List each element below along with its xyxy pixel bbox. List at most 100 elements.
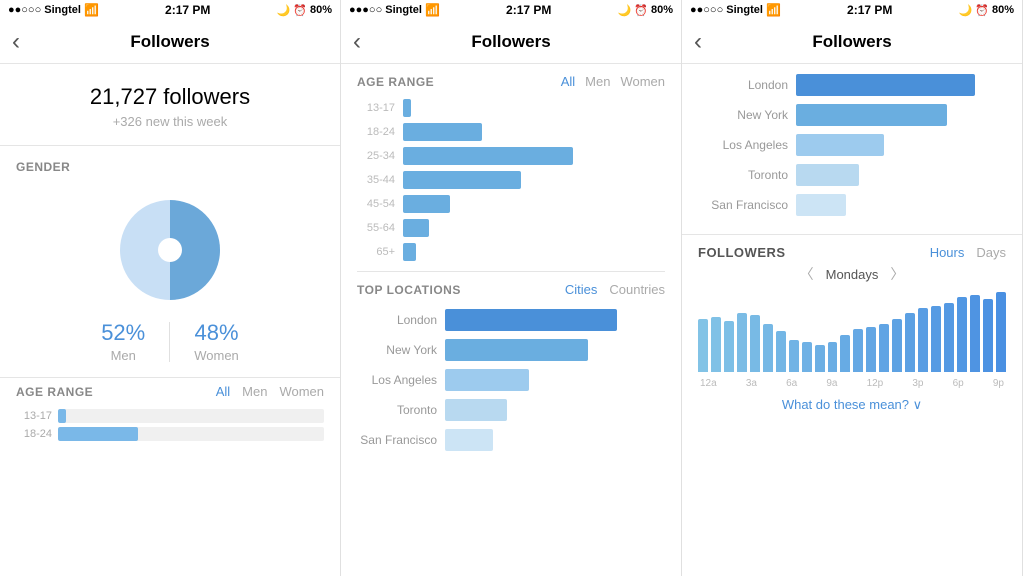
hour-label-9p: 9p bbox=[993, 378, 1004, 389]
city-label-london: London bbox=[357, 313, 437, 327]
bar-row-45-54: 45-54 bbox=[357, 195, 665, 213]
hour-bar-9 bbox=[815, 345, 825, 372]
hour-bar-16 bbox=[905, 313, 915, 372]
hour-bar-col-20 bbox=[957, 292, 967, 372]
battery-3: 80% bbox=[992, 4, 1014, 16]
header-2: ‹ Followers bbox=[341, 20, 681, 64]
age-range-header-2: AGE RANGE All Men Women bbox=[357, 74, 665, 89]
header-title-1: Followers bbox=[130, 32, 209, 52]
city-track-losangeles bbox=[445, 369, 665, 391]
hour-bar-0 bbox=[698, 319, 708, 372]
pie-container bbox=[0, 190, 340, 310]
hour-bar-2 bbox=[724, 321, 734, 372]
hbar-track-sanfrancisco bbox=[796, 194, 1006, 216]
panel-2: ●●●○○ Singtel 📶 2:17 PM 🌙 ⏰ 80% ‹ Follow… bbox=[341, 0, 682, 576]
p2-content: AGE RANGE All Men Women 13-17 18-24 25-3… bbox=[341, 64, 681, 576]
women-label: Women bbox=[194, 348, 239, 363]
age-section-1: AGE RANGE All Men Women 13-17 18-24 bbox=[0, 378, 340, 453]
hour-bar-3 bbox=[737, 313, 747, 372]
hour-bar-18 bbox=[931, 306, 941, 372]
status-right-2: 🌙 ⏰ 80% bbox=[618, 4, 673, 17]
hbar-label-sanfrancisco: San Francisco bbox=[698, 198, 788, 212]
hour-label-6a: 6a bbox=[786, 378, 797, 389]
hbar-track-toronto bbox=[796, 164, 1006, 186]
age-tab-men-2[interactable]: Men bbox=[585, 74, 610, 89]
bar-row-65plus: 65+ bbox=[357, 243, 665, 261]
time-tab-days[interactable]: Days bbox=[976, 245, 1006, 260]
age-filter-women-1[interactable]: Women bbox=[279, 384, 324, 399]
hbar-label-london: London bbox=[698, 78, 788, 92]
hour-bar-col-16 bbox=[905, 292, 915, 372]
hbar-label-newyork: New York bbox=[698, 108, 788, 122]
hour-label-12a: 12a bbox=[700, 378, 717, 389]
wifi-icon-2: 📶 bbox=[425, 3, 440, 17]
bar-row-55-64: 55-64 bbox=[357, 219, 665, 237]
what-mean[interactable]: What do these mean? ∨ bbox=[698, 397, 1006, 413]
hour-bar-11 bbox=[840, 335, 850, 372]
follower-count: 21,727 followers bbox=[0, 84, 340, 110]
men-pct: 52% bbox=[101, 320, 145, 346]
city-row-newyork: New York bbox=[357, 339, 665, 361]
bar-track-65plus bbox=[403, 243, 665, 261]
hour-bar-col-2 bbox=[724, 292, 734, 372]
city-bars-2: London New York Los Angeles Toronto San … bbox=[357, 309, 665, 451]
mini-bars-1: 13-17 18-24 bbox=[0, 405, 340, 441]
mini-bar-row-2: 18-24 bbox=[16, 427, 324, 441]
battery-2: 80% bbox=[651, 4, 673, 16]
hour-bar-col-17 bbox=[918, 292, 928, 372]
hour-label-12p: 12p bbox=[867, 378, 884, 389]
city-track-sanfrancisco bbox=[445, 429, 665, 451]
hour-bar-12 bbox=[853, 329, 863, 372]
hour-bar-19 bbox=[944, 303, 954, 372]
pie-chart bbox=[110, 190, 230, 310]
back-button-3[interactable]: ‹ bbox=[694, 28, 702, 56]
followers-header: FOLLOWERS Hours Days bbox=[698, 245, 1006, 260]
header-1: ‹ Followers bbox=[0, 20, 340, 64]
age-tab-women-2[interactable]: Women bbox=[620, 74, 665, 89]
loc-tab-countries[interactable]: Countries bbox=[609, 282, 665, 297]
back-button-1[interactable]: ‹ bbox=[12, 28, 20, 56]
day-name: Mondays bbox=[826, 267, 879, 282]
bar-label-25-34: 25-34 bbox=[357, 150, 395, 162]
hour-bar-col-8 bbox=[802, 292, 812, 372]
city-track-toronto bbox=[445, 399, 665, 421]
men-label: Men bbox=[111, 348, 136, 363]
hour-bar-7 bbox=[789, 340, 799, 372]
hour-bar-1 bbox=[711, 317, 721, 372]
status-bar-2: ●●●○○ Singtel 📶 2:17 PM 🌙 ⏰ 80% bbox=[341, 0, 681, 20]
bar-track-25-34 bbox=[403, 147, 665, 165]
carrier-2: ●●●○○ Singtel bbox=[349, 4, 422, 16]
hour-bar-6 bbox=[776, 331, 786, 372]
mini-bar-bg-2 bbox=[58, 427, 324, 441]
hour-bar-col-13 bbox=[866, 292, 876, 372]
hour-bar-4 bbox=[750, 315, 760, 372]
divider-2 bbox=[357, 271, 665, 272]
hbar-row-london: London bbox=[698, 74, 1006, 96]
status-right-3: 🌙 ⏰ 80% bbox=[959, 4, 1014, 17]
time-tab-hours[interactable]: Hours bbox=[930, 245, 965, 260]
prev-day-button[interactable]: 〈 bbox=[800, 264, 814, 284]
hour-bar-13 bbox=[866, 327, 876, 372]
bar-label-65plus: 65+ bbox=[357, 246, 395, 258]
city-row-sanfrancisco: San Francisco bbox=[357, 429, 665, 451]
hour-bar-22 bbox=[983, 299, 993, 372]
hour-bar-col-14 bbox=[879, 292, 889, 372]
top-loc-title: TOP LOCATIONS bbox=[357, 283, 461, 297]
age-tab-all-2[interactable]: All bbox=[561, 74, 575, 89]
alarm-icon-2: ⏰ bbox=[634, 4, 648, 17]
age-filter-all-1[interactable]: All bbox=[216, 384, 230, 399]
next-day-button[interactable]: 〉 bbox=[890, 264, 904, 284]
back-button-2[interactable]: ‹ bbox=[353, 28, 361, 56]
hbar-track-losangeles bbox=[796, 134, 1006, 156]
loc-tab-cities[interactable]: Cities bbox=[565, 282, 598, 297]
women-pct: 48% bbox=[194, 320, 238, 346]
city-label-toronto: Toronto bbox=[357, 403, 437, 417]
bar-row-13-17: 13-17 bbox=[357, 99, 665, 117]
age-filter-men-1[interactable]: Men bbox=[242, 384, 267, 399]
hour-bar-col-1 bbox=[711, 292, 721, 372]
hour-label-3p: 3p bbox=[912, 378, 923, 389]
hour-bar-col-6 bbox=[776, 292, 786, 372]
follower-new: +326 new this week bbox=[0, 114, 340, 129]
gender-stat-men: 52% Men bbox=[77, 320, 169, 363]
city-track-london bbox=[445, 309, 665, 331]
